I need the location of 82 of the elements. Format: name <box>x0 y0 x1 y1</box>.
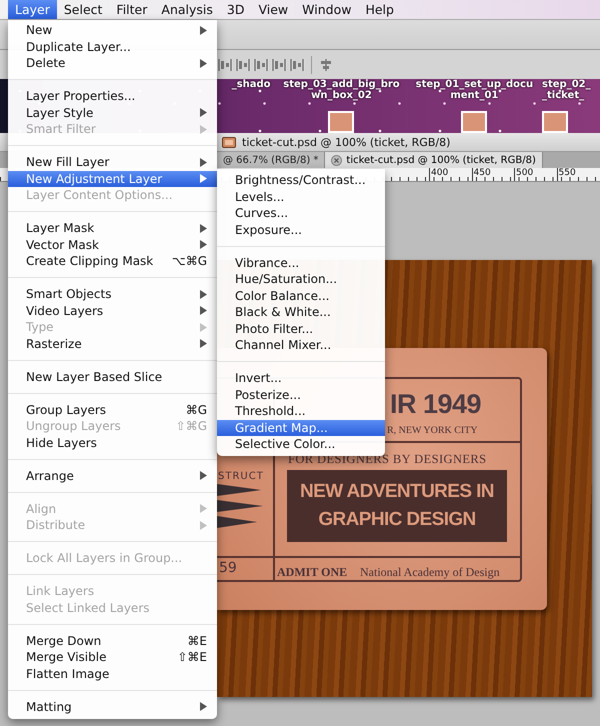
menu-bar-item[interactable]: Select <box>56 0 110 19</box>
align-icon[interactable] <box>254 58 268 72</box>
ticket-admit-text: ADMIT ONE <box>277 565 348 580</box>
menu-item[interactable]: New Fill Layer <box>8 154 217 170</box>
menu-item[interactable]: Threshold... <box>217 403 385 420</box>
menu-bar-item[interactable]: Analysis <box>154 0 220 19</box>
thumbnail-label: step_01_set_up_docu <box>416 79 534 90</box>
menu-bar-item[interactable]: View <box>251 0 296 19</box>
menu-item[interactable]: Merge Visible ⇧⌘E <box>8 649 217 666</box>
thumbnail-image[interactable] <box>461 111 488 133</box>
menu-item[interactable]: Arrange <box>8 468 217 484</box>
menu-item[interactable]: Selective Color... <box>217 436 385 452</box>
distribute-icon[interactable] <box>319 58 333 72</box>
ruler-label: 550 <box>556 168 599 181</box>
menu-item[interactable]: New <box>8 22 217 38</box>
thumbnail-label: _shado <box>232 79 271 90</box>
menu-item[interactable]: Exposure... <box>217 222 385 238</box>
document-title: ticket-cut.psd @ 100% (ticket, RGB/8) <box>242 136 450 148</box>
ticket-venue-text: National Academy of Design <box>360 565 500 580</box>
thumbnail-label: step_03_add_big_bro <box>283 79 400 90</box>
ticket-tagline: FOR DESIGNERS BY DESIGNERS <box>288 452 487 467</box>
submenu-arrow-icon <box>200 26 207 35</box>
menu-item[interactable]: Channel Mixer... <box>217 337 385 354</box>
arrow-drawing <box>217 482 263 528</box>
menu-bar-item[interactable]: 3D <box>220 0 252 19</box>
document-tab[interactable]: @ 66.7% (RGB/8) * <box>217 152 326 168</box>
thumbnail-label: ment_01 <box>450 90 498 101</box>
menu-item[interactable]: Delete <box>8 55 217 72</box>
ticket-side-text: STRUCT <box>218 471 264 482</box>
ticket-subtitle: R, NEW YORK CITY <box>387 425 478 436</box>
menu-item[interactable]: Posterize... <box>217 386 385 403</box>
menu-item[interactable]: Photo Filter... <box>217 320 385 337</box>
menu-item[interactable]: Create Clipping Mask ⌥⌘G <box>8 253 217 270</box>
menu-item[interactable]: New Layer Based Slice <box>8 368 217 385</box>
align-icon[interactable] <box>290 58 304 72</box>
document-tab[interactable]: ticket-cut.psd @ 100% (ticket, RGB/8) <box>325 152 543 168</box>
menu-item[interactable]: Brightness/Contrast... <box>217 172 385 188</box>
submenu-arrow-icon <box>200 702 207 712</box>
menu-item[interactable]: Black & White... <box>217 304 385 320</box>
thumbnail-label: _ticket_ <box>542 90 584 101</box>
ruler-label: 450 <box>472 168 514 181</box>
menu-bar-item[interactable]: Window <box>295 0 358 19</box>
menu-item[interactable]: Hue/Saturation... <box>217 271 385 288</box>
menu-item[interactable]: Matting <box>8 698 217 715</box>
thumbnail-image[interactable] <box>542 111 568 133</box>
align-icon[interactable] <box>236 58 250 72</box>
menu-item[interactable]: Vibrance... <box>217 254 385 271</box>
menu-item[interactable]: Levels... <box>217 188 385 205</box>
align-icon[interactable] <box>272 58 286 72</box>
document-icon <box>222 136 236 148</box>
menu-item[interactable]: Gradient Map... <box>217 420 385 436</box>
ruler-label: 500 <box>514 168 556 181</box>
menu-item[interactable]: Hide Layers <box>8 434 217 451</box>
thumbnail-label: wn_box_02 <box>311 90 372 101</box>
menu-item[interactable]: Invert... <box>217 370 385 386</box>
menu-item[interactable]: Layer Mask <box>8 220 217 236</box>
thumbnail-label: step_02_ <box>542 79 591 90</box>
menu-item[interactable]: Group Layers ⌘G <box>8 402 217 418</box>
ruler-label: 400 <box>429 168 472 181</box>
menu-item[interactable]: Layer Properties... <box>8 88 217 104</box>
menu-item[interactable]: Curves... <box>217 205 385 222</box>
menu-item[interactable]: Duplicate Layer... <box>8 38 217 55</box>
menu-item[interactable]: Video Layers <box>8 302 217 319</box>
menu-item[interactable]: Layer Style <box>8 104 217 121</box>
menu-item[interactable]: Smart Objects <box>8 286 217 302</box>
submenu-arrow-icon <box>200 471 207 480</box>
menu-item[interactable]: Flatten Image <box>8 666 217 682</box>
ticket-banner: NEW ADVENTURES IN GRAPHIC DESIGN <box>287 470 507 542</box>
ticket-number: 59 <box>219 560 237 576</box>
submenu-arrow-icon <box>200 58 207 68</box>
menu-bar-item[interactable]: Filter <box>109 0 154 19</box>
menu-item[interactable]: Vector Mask <box>8 236 217 253</box>
ticket-headline: IR 1949 <box>390 389 482 420</box>
align-icon[interactable] <box>218 58 232 72</box>
menu-item[interactable]: Rasterize <box>8 336 217 352</box>
close-icon[interactable] <box>331 154 342 166</box>
menu-item[interactable]: Color Balance... <box>217 288 385 304</box>
menu-item[interactable]: Merge Down ⌘E <box>8 632 217 649</box>
menu-item[interactable]: New Adjustment Layer <box>8 170 217 187</box>
menu-bar-item[interactable]: Help <box>358 0 401 19</box>
menu-bar-item[interactable]: Layer <box>8 0 57 19</box>
thumbnail-image[interactable] <box>328 111 354 133</box>
